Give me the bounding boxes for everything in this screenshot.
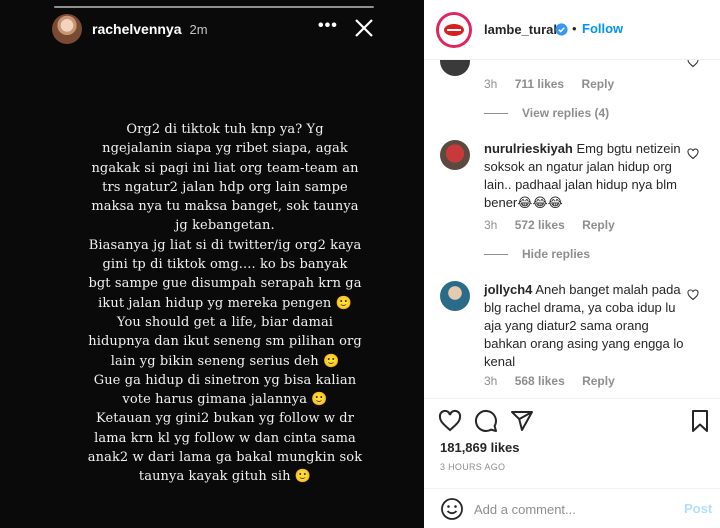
story-viewer: rachelvennya 2m ••• Org2 di tiktok tuh k…	[0, 0, 424, 528]
comment-avatar[interactable]	[440, 140, 470, 170]
heart-icon[interactable]	[687, 148, 699, 160]
comment-time: 3h	[484, 77, 498, 91]
hide-replies-button[interactable]: Hide replies	[484, 247, 590, 261]
reply-button[interactable]: Reply	[582, 374, 615, 388]
post-timestamp: 3 HOURS AGO	[440, 462, 506, 472]
follow-button[interactable]: Follow	[582, 21, 623, 36]
likes-count[interactable]: 181,869 likes	[440, 440, 520, 455]
view-replies-button[interactable]: View replies (4)	[484, 106, 609, 120]
comment-meta: 3h 572 likes Reply	[484, 218, 629, 232]
replies-divider	[484, 253, 508, 255]
comment-likes[interactable]: 572 likes	[515, 218, 565, 232]
story-caption-text: Org2 di tiktok tuh knp ya? Yg ngejalanin…	[87, 122, 363, 485]
heart-icon[interactable]	[438, 409, 462, 433]
comment-username[interactable]: jollych4	[484, 282, 532, 297]
post-panel: lambe_turah • Follow 3h 711 likes Reply …	[424, 0, 720, 528]
post-header: lambe_turah • Follow	[424, 0, 720, 60]
story-avatar[interactable]	[52, 14, 82, 44]
post-author-username[interactable]: lambe_turah	[484, 22, 561, 37]
reply-button[interactable]: Reply	[581, 77, 614, 91]
comment-text: jollych4 Aneh banget malah pada blg rach…	[484, 281, 690, 371]
comment-composer: Post	[424, 488, 720, 528]
comment-username[interactable]: nurulrieskiyah	[484, 141, 573, 156]
lips-logo	[444, 24, 464, 36]
comment-meta: 3h 711 likes Reply	[484, 77, 628, 91]
post-author-avatar[interactable]	[436, 12, 472, 48]
post-button[interactable]: Post	[684, 501, 712, 516]
bookmark-icon[interactable]	[688, 409, 712, 433]
more-icon[interactable]: •••	[318, 17, 338, 35]
share-icon[interactable]	[510, 409, 534, 433]
comment-meta: 3h 568 likes Reply	[484, 374, 629, 388]
heart-icon[interactable]	[687, 289, 699, 301]
heart-icon[interactable]	[687, 60, 699, 68]
comment-likes[interactable]: 568 likes	[515, 374, 565, 388]
close-icon[interactable]	[352, 16, 376, 40]
post-actions: 181,869 likes 3 HOURS AGO	[424, 398, 720, 488]
comment-icon[interactable]	[474, 409, 498, 433]
comment-likes[interactable]: 711 likes	[515, 77, 564, 91]
view-replies-label[interactable]: View replies (4)	[522, 106, 609, 120]
comment-input[interactable]	[474, 498, 674, 520]
verified-icon	[555, 23, 568, 36]
hide-replies-label[interactable]: Hide replies	[522, 247, 590, 261]
replies-divider	[484, 112, 508, 114]
comment-time: 3h	[484, 218, 498, 232]
story-time: 2m	[189, 21, 208, 37]
comment-avatar[interactable]	[440, 60, 470, 76]
story-progress-bar	[54, 6, 374, 8]
comments-list[interactable]: 3h 711 likes Reply View replies (4) nuru…	[424, 60, 720, 398]
emoji-icon[interactable]	[440, 497, 464, 521]
comment-avatar[interactable]	[440, 281, 470, 311]
reply-button[interactable]: Reply	[582, 218, 615, 232]
story-username[interactable]: rachelvennya	[92, 21, 182, 37]
header-separator: •	[572, 21, 577, 36]
comment-text: nurulrieskiyah Emg bgtu netizein soksok …	[484, 140, 690, 212]
comment-time: 3h	[484, 374, 498, 388]
